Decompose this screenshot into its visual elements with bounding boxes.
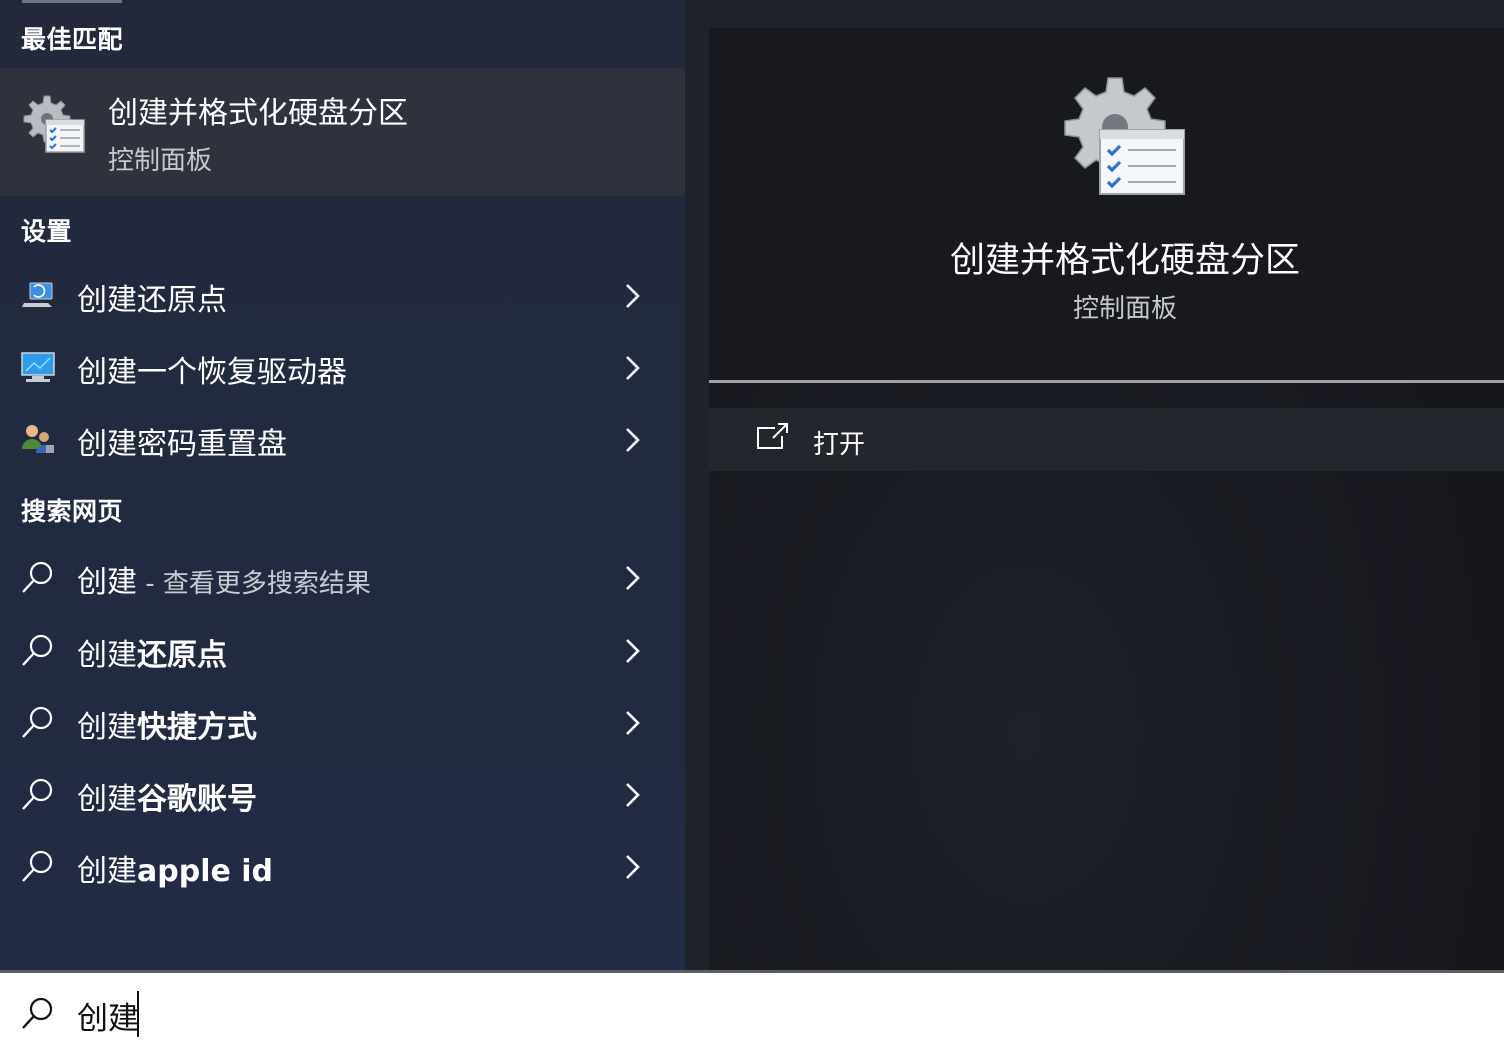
search-icon: [22, 706, 53, 738]
restore-point-icon: [22, 282, 53, 307]
web-result-label: 创建谷歌账号: [77, 782, 257, 817]
search-icon: [22, 850, 53, 882]
control-panel-gear-checklist-icon: [1064, 77, 1185, 195]
recovery-drive-icon: [21, 352, 55, 382]
search-input[interactable]: 创建: [77, 993, 139, 1038]
open-external-icon: [757, 423, 788, 449]
web-result-google-account[interactable]: 创建谷歌账号: [0, 762, 685, 828]
chevron-right-icon: [626, 855, 640, 879]
start-search-window: 最佳匹配 创建并格式化硬盘分区 控制面板 设置 创建还原点 创建一个恢复驱动器 …: [0, 0, 1504, 1046]
web-result-label: 创建 - 查看更多搜索结果: [77, 565, 371, 600]
preview-divider: [709, 380, 1504, 383]
settings-item-label: 创建一个恢复驱动器: [77, 355, 347, 390]
chevron-right-icon: [626, 284, 640, 308]
web-result-apple-id[interactable]: 创建apple id: [0, 834, 685, 900]
web-result-more[interactable]: 创建 - 查看更多搜索结果: [0, 545, 685, 611]
web-result-label: 创建还原点: [77, 638, 227, 673]
settings-item-recovery-drive[interactable]: 创建一个恢复驱动器: [0, 335, 685, 401]
text-caret: [137, 991, 139, 1037]
web-result-label: 创建apple id: [77, 854, 274, 889]
web-result-shortcut[interactable]: 创建快捷方式: [0, 690, 685, 756]
best-match-title: 创建并格式化硬盘分区: [108, 96, 408, 131]
settings-item-label: 创建密码重置盘: [77, 427, 287, 462]
search-icon: [22, 778, 53, 810]
chevron-right-icon: [626, 356, 640, 380]
web-result-label: 创建快捷方式: [77, 710, 257, 745]
search-icon: [22, 561, 53, 593]
best-match-subtitle: 控制面板: [108, 146, 213, 176]
results-panel: 最佳匹配 创建并格式化硬盘分区 控制面板 设置 创建还原点 创建一个恢复驱动器 …: [0, 0, 685, 970]
search-icon: [22, 997, 53, 1029]
section-header-search-web: 搜索网页: [21, 497, 124, 526]
open-action-label[interactable]: 打开: [813, 424, 865, 461]
password-reset-icon: [22, 425, 54, 453]
chevron-right-icon: [626, 566, 640, 590]
settings-item-restore-point[interactable]: 创建还原点: [0, 263, 685, 329]
section-header-best-match: 最佳匹配: [21, 25, 124, 54]
chevron-right-icon: [626, 428, 640, 452]
search-bar[interactable]: 创建: [0, 970, 1504, 1046]
section-header-settings: 设置: [21, 217, 73, 246]
preview-subtitle: 控制面板: [1072, 294, 1177, 324]
preview-title: 创建并格式化硬盘分区: [949, 241, 1300, 281]
chevron-right-icon: [626, 639, 640, 663]
chevron-right-icon: [626, 711, 640, 735]
web-result-restore-point[interactable]: 创建还原点: [0, 618, 685, 684]
settings-item-label: 创建还原点: [77, 283, 227, 318]
chevron-right-icon: [626, 783, 640, 807]
settings-item-password-reset[interactable]: 创建密码重置盘: [0, 407, 685, 473]
control-panel-gear-checklist-icon: [23, 95, 85, 153]
search-icon: [22, 634, 53, 666]
scroll-indicator: [22, 0, 122, 3]
